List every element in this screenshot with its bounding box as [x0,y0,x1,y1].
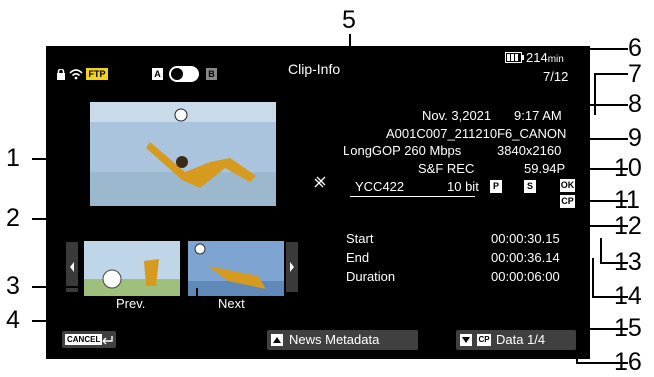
start-value: 00:00:30.15 [491,231,560,246]
callout-9: 9 [628,124,642,152]
leader-12c [422,210,502,212]
leader-7 [594,73,628,75]
clip-color: YCC422 [355,179,405,194]
prev-thumbnail-image [84,241,180,296]
wifi-icon [69,69,83,80]
slot-toggle-knob [171,68,183,80]
callout-13: 13 [614,248,642,276]
callout-14: 14 [614,282,642,310]
leader-8 [576,104,628,106]
leader-8v [576,104,578,132]
start-label: Start [346,231,374,246]
ok-badge: OK [560,179,575,192]
s-badge: S [524,180,536,193]
clip-resolution: 3840x2160 [497,143,562,158]
next-thumbnail-image [188,241,284,296]
leader-9 [590,138,628,140]
battery-time-unit: min [547,54,564,65]
battery-icon [505,52,524,63]
cancel-label: CANCEL [65,334,103,345]
clip-counter: 7/12 [543,69,569,84]
leader-5v [349,34,351,162]
down-triangle-icon [460,334,472,346]
leader-13v [600,238,602,264]
ftp-badge: FTP [86,68,108,80]
clip-mode: S&F REC [418,161,475,176]
leader-15v [584,276,586,330]
slot-a-icon: A [152,68,163,80]
callout-8: 8 [628,90,642,118]
callout-5: 5 [342,6,356,34]
next-label: Next [218,296,245,311]
clip-time: 9:17 AM [514,108,562,123]
slot-toggle[interactable] [169,66,199,82]
data-page-button[interactable]: CP Data 1/4 [456,330,576,350]
clip-date: Nov. 3,2021 [422,108,492,123]
screen-title: Clip-Info [288,61,341,77]
soccer-player-image [90,102,276,206]
main-thumbnail [90,102,276,206]
data-page-label: Data 1/4 [496,332,546,347]
return-arrow-icon [102,336,113,345]
callout-6: 6 [628,34,642,62]
callout-15: 15 [614,314,642,342]
callout-1: 1 [6,144,20,172]
callout-16: 16 [614,348,642,376]
leader-2 [32,218,322,220]
clip-bit-depth: 10 bit [447,179,479,194]
leader-6v [574,48,576,72]
clip-codec: LongGOP 260 Mbps [343,143,462,158]
duration-label: Duration [346,269,396,284]
leader-4 [32,320,198,322]
leader-2v [320,190,322,220]
lock-icon [57,69,65,80]
gps-icon [314,176,326,188]
battery-time-value: 214 [526,50,548,65]
leader-14v [592,258,594,298]
cp-small-badge: CP [477,334,491,346]
leader-1 [32,158,90,160]
battery-time: 214min [526,50,564,67]
callout-10: 10 [614,154,642,182]
callout-2: 2 [6,204,20,232]
duration-value: 00:00:06:00 [491,269,560,284]
callout-4: 4 [6,306,20,334]
leader-4v [196,288,198,322]
callout-12: 12 [614,212,642,240]
cp-badge: CP [560,195,575,208]
clip-frame-rate: 59.94P [524,161,566,176]
end-label: End [346,250,370,265]
leader-12 [500,225,628,227]
leader-7v [594,73,596,115]
leader-16v [576,292,578,364]
callout-11: 11 [614,186,640,214]
color-bit-underline [350,196,475,197]
chevron-right-icon [290,262,294,272]
prev-arrow-button[interactable] [66,242,78,292]
p-badge: P [490,180,502,193]
callout-7: 7 [628,60,642,88]
news-metadata-label: News Metadata [289,332,380,347]
next-thumbnail[interactable] [188,241,284,296]
prev-label: Prev. [116,296,146,311]
leader-6 [574,48,628,50]
clip-name: A001C007_211210F6_CANON [386,126,567,141]
news-metadata-button[interactable]: News Metadata [267,330,418,350]
cancel-button[interactable]: CANCEL [62,331,116,348]
prev-thumbnail[interactable] [84,241,180,296]
end-value: 00:00:36.14 [491,250,560,265]
next-arrow-button[interactable] [286,242,298,292]
callout-3: 3 [6,272,20,300]
up-triangle-icon [271,334,283,346]
chevron-left-icon [70,262,74,272]
slot-b-icon: B [206,68,217,80]
leader-3 [32,286,84,288]
